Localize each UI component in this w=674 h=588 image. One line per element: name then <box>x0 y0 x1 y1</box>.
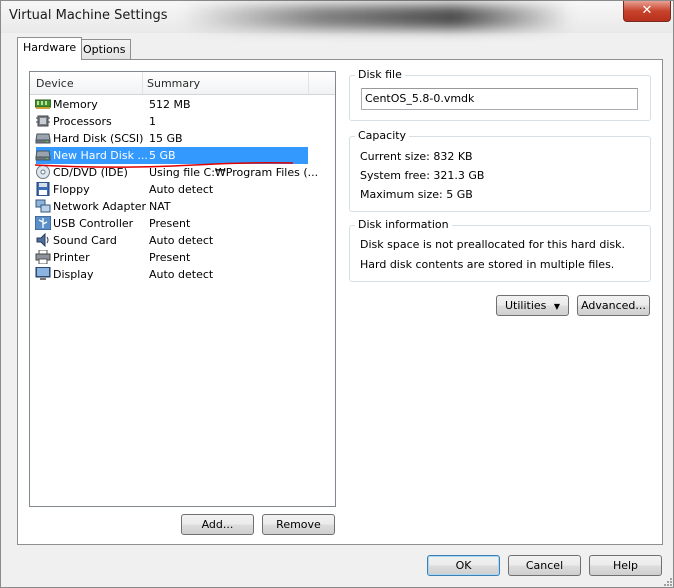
processor-icon <box>36 115 50 127</box>
floppy-icon <box>36 182 50 196</box>
device-row-hard-disk-scsi[interactable]: Hard Disk (SCSI) 15 GB <box>34 130 308 147</box>
capacity-title: Capacity <box>355 129 410 142</box>
memory-icon <box>35 99 51 109</box>
device-list-header: Device Summary <box>30 72 335 95</box>
device-row-sound-card[interactable]: Sound Card Auto detect <box>34 232 308 249</box>
device-label: USB Controller <box>53 217 134 230</box>
system-free-text: System free: 321.3 GB <box>360 169 485 182</box>
column-separator[interactable] <box>142 72 143 94</box>
disk-info-line-1: Disk space is not preallocated for this … <box>360 238 625 251</box>
device-summary: Present <box>149 217 191 230</box>
utilities-button[interactable]: Utilities ▼ <box>496 295 569 316</box>
tab-hardware[interactable]: Hardware <box>17 37 83 60</box>
cancel-button[interactable]: Cancel <box>508 555 581 576</box>
device-label: Display <box>53 268 94 281</box>
network-adapter-icon <box>35 199 51 213</box>
ok-label: OK <box>455 559 472 572</box>
device-label: Network Adapter <box>53 200 147 213</box>
dropdown-arrow-icon: ▼ <box>553 302 561 311</box>
column-separator[interactable] <box>308 72 309 94</box>
device-label: Floppy <box>53 183 90 196</box>
device-label: Processors <box>53 115 112 128</box>
window-title: Virtual Machine Settings <box>9 8 168 23</box>
device-label: Sound Card <box>53 234 117 247</box>
vm-settings-window: Virtual Machine Settings ✕ Hardware Opti… <box>0 0 674 588</box>
disk-file-value: CentOS_5.8-0.vmdk <box>365 92 475 105</box>
title-shadow <box>181 5 571 29</box>
device-summary: Present <box>149 251 191 264</box>
tab-options-label: Options <box>83 43 126 56</box>
disk-information-group: Disk information Disk space is not preal… <box>349 218 651 282</box>
help-label: Help <box>612 559 639 572</box>
column-header-device[interactable]: Device <box>36 77 74 90</box>
add-button[interactable]: Add... <box>181 514 254 535</box>
advanced-button[interactable]: Advanced... <box>577 295 650 316</box>
disk-info-line-2: Hard disk contents are stored in multipl… <box>360 258 615 271</box>
device-row-floppy[interactable]: Floppy Auto detect <box>34 181 308 198</box>
printer-icon <box>35 250 51 264</box>
device-row-network-adapter[interactable]: Network Adapter NAT <box>34 198 308 215</box>
device-row-processors[interactable]: Processors 1 <box>34 113 308 130</box>
remove-label: Remove <box>276 518 321 531</box>
current-size-text: Current size: 832 KB <box>360 150 473 163</box>
hard-disk-icon <box>35 133 51 144</box>
device-summary: NAT <box>149 200 171 213</box>
disk-information-title: Disk information <box>355 218 452 231</box>
cancel-label: Cancel <box>525 559 564 572</box>
disk-file-title: Disk file <box>355 68 405 81</box>
tab-hardware-label: Hardware <box>23 41 77 54</box>
device-label: Hard Disk (SCSI) <box>53 132 144 145</box>
help-button[interactable]: Help <box>589 555 662 576</box>
usb-icon <box>35 216 51 230</box>
device-row-printer[interactable]: Printer Present <box>34 249 308 266</box>
advanced-label: Advanced... <box>581 299 646 312</box>
maximum-size-text: Maximum size: 5 GB <box>360 188 473 201</box>
device-summary: Auto detect <box>149 268 214 281</box>
disk-file-field[interactable]: CentOS_5.8-0.vmdk <box>361 88 638 110</box>
device-summary: Auto detect <box>149 183 214 196</box>
device-row-display[interactable]: Display Auto detect <box>34 266 308 283</box>
device-label: Printer <box>53 251 90 264</box>
device-label: Memory <box>53 98 98 111</box>
add-label: Add... <box>201 518 234 531</box>
ok-button[interactable]: OK <box>427 555 500 576</box>
close-icon: ✕ <box>641 3 653 18</box>
display-icon <box>35 267 51 280</box>
close-button[interactable]: ✕ <box>623 1 671 22</box>
device-list[interactable]: Device Summary Memory 512 MB Processors <box>29 71 336 507</box>
device-row-memory[interactable]: Memory 512 MB <box>34 96 308 113</box>
tab-options[interactable]: Options <box>77 39 132 59</box>
device-summary: 15 GB <box>149 132 183 145</box>
sound-card-icon <box>36 233 49 247</box>
device-summary: Auto detect <box>149 234 214 247</box>
red-underline-annotation <box>34 161 294 168</box>
device-summary: 512 MB <box>149 98 191 111</box>
title-bar[interactable]: Virtual Machine Settings ✕ <box>1 1 673 33</box>
remove-button[interactable]: Remove <box>262 514 335 535</box>
device-summary: 1 <box>149 115 156 128</box>
utilities-label: Utilities <box>504 299 547 312</box>
column-header-summary[interactable]: Summary <box>147 77 200 90</box>
device-row-usb-controller[interactable]: USB Controller Present <box>34 215 308 232</box>
resize-grip-icon[interactable] <box>661 575 673 587</box>
capacity-group: Capacity Current size: 832 KB System fre… <box>349 129 651 212</box>
